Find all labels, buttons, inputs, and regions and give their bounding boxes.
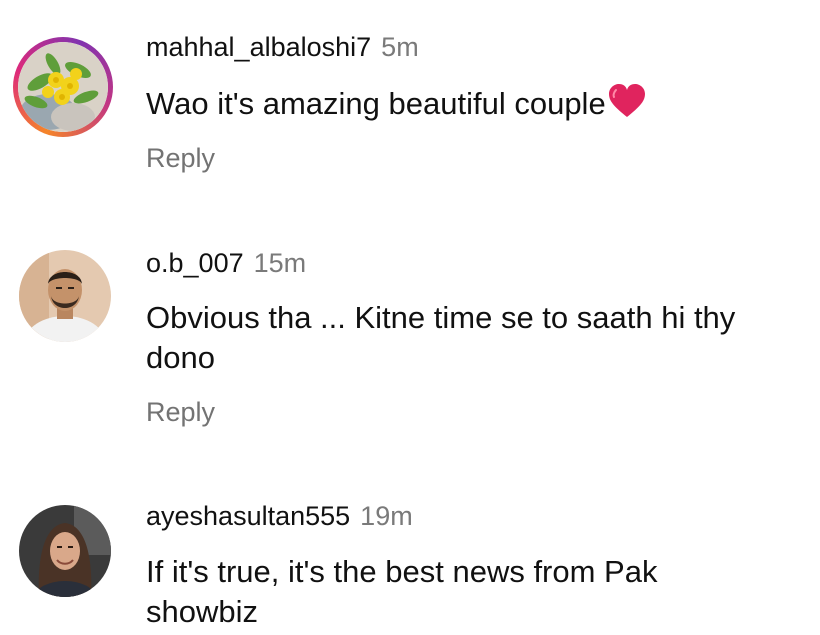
comment-username[interactable]: mahhal_albaloshi7 bbox=[146, 32, 371, 62]
comment-timestamp: 5m bbox=[381, 32, 419, 62]
red-heart-emoji-icon bbox=[608, 84, 646, 128]
comment-text: Wao it's amazing beautiful couple bbox=[146, 84, 806, 128]
woman-photo-avatar[interactable] bbox=[19, 505, 111, 597]
comment-username[interactable]: ayeshasultan555 bbox=[146, 501, 350, 531]
avatar-image bbox=[18, 42, 108, 132]
comment-timestamp: 19m bbox=[360, 501, 413, 531]
comment-item: o.b_007 15m Obvious tha ... Kitne time se… bbox=[0, 240, 820, 440]
comment-meta: mahhal_albaloshi7 5m bbox=[146, 31, 419, 63]
reply-button[interactable]: Reply bbox=[146, 142, 215, 174]
reply-button[interactable]: Reply bbox=[146, 396, 215, 428]
comment-item: mahhal_albaloshi7 5m Wao it's amazing bea… bbox=[0, 0, 820, 200]
avatar-image bbox=[19, 505, 111, 597]
comment-text-content: Wao it's amazing beautiful couple bbox=[146, 86, 606, 121]
comment-text: If it's true, it's the best news from Pa… bbox=[146, 554, 658, 629]
man-photo-avatar[interactable] bbox=[19, 250, 111, 342]
comment-timestamp: 15m bbox=[253, 248, 307, 278]
comment-username[interactable]: o.b_007 bbox=[146, 248, 244, 278]
comment-text: Obvious tha ... Kitne time se to saath h… bbox=[146, 300, 736, 375]
comment-meta: ayeshasultan555 19m bbox=[146, 500, 413, 532]
avatar-image bbox=[19, 250, 111, 342]
comment-item: ayeshasultan555 19m If it's true, it's th… bbox=[0, 490, 820, 635]
flower-photo-avatar bbox=[18, 42, 108, 132]
avatar-story-ring[interactable] bbox=[13, 37, 113, 137]
comment-meta: o.b_007 15m bbox=[146, 247, 306, 279]
